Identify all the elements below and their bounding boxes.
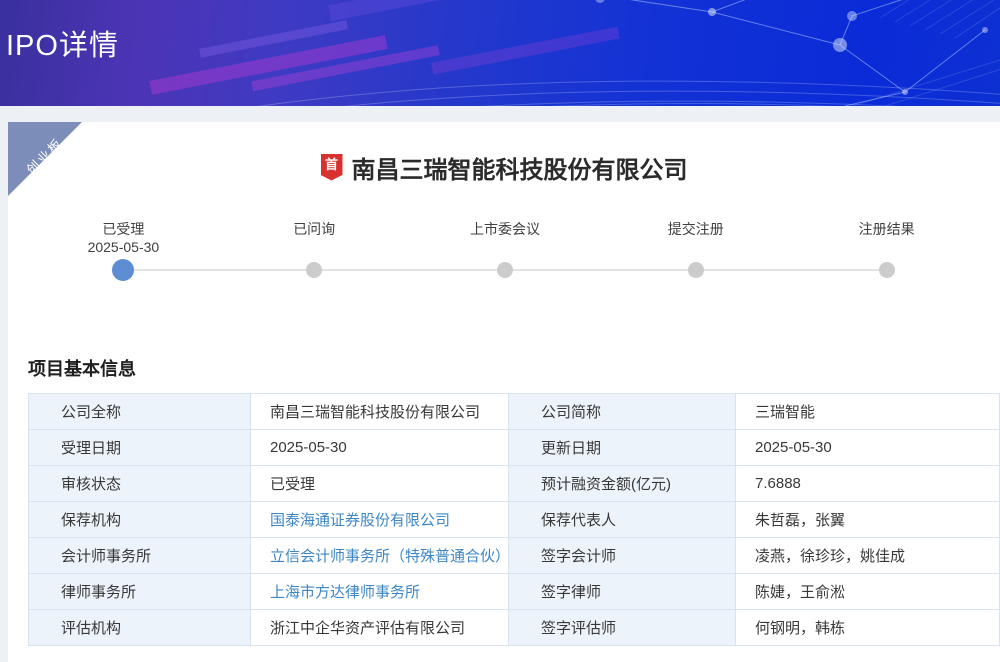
field-label: 预计融资金额(亿元) bbox=[509, 466, 736, 502]
field-value: 何钢明，韩栋 bbox=[736, 610, 1000, 646]
field-value: 立信会计师事务所（特殊普通合伙） bbox=[251, 538, 509, 574]
first-issue-badge-icon: 首 bbox=[321, 154, 343, 181]
field-value: 已受理 bbox=[251, 466, 509, 502]
table-row: 公司全称 南昌三瑞智能科技股份有限公司 公司简称 三瑞智能 bbox=[29, 394, 1000, 430]
content-card: 创业板 首 南昌三瑞智能科技股份有限公司 已受理 2025-05-30 已问询 … bbox=[8, 122, 1000, 662]
field-label: 审核状态 bbox=[29, 466, 251, 502]
page-title: IPO详情 bbox=[6, 22, 119, 64]
table-row: 律师事务所 上海市方达律师事务所 签字律师 陈婕，王俞淞 bbox=[29, 574, 1000, 610]
accounting-firm-link[interactable]: 立信会计师事务所（特殊普通合伙） bbox=[270, 548, 509, 565]
field-value: 陈婕，王俞淞 bbox=[736, 574, 1000, 610]
field-label: 签字评估师 bbox=[509, 610, 736, 646]
field-value: 2025-05-30 bbox=[736, 430, 1000, 466]
company-title-row: 首 南昌三瑞智能科技股份有限公司 bbox=[8, 152, 1000, 182]
field-value: 浙江中企华资产评估有限公司 bbox=[251, 610, 509, 646]
law-firm-link[interactable]: 上海市方达律师事务所 bbox=[270, 584, 420, 601]
field-label: 会计师事务所 bbox=[29, 538, 251, 574]
ipo-progress-stepper: 已受理 2025-05-30 已问询 上市委会议 提交注册 注册结果 bbox=[28, 220, 982, 282]
field-value: 7.6888 bbox=[736, 466, 1000, 502]
step-dot bbox=[879, 262, 895, 278]
step-registration-result: 注册结果 bbox=[791, 220, 982, 282]
table-row: 会计师事务所 立信会计师事务所（特殊普通合伙） 签字会计师 凌燕，徐珍珍，姚佳成 bbox=[29, 538, 1000, 574]
field-label: 律师事务所 bbox=[29, 574, 251, 610]
sponsor-link[interactable]: 国泰海通证券股份有限公司 bbox=[270, 512, 450, 529]
table-row: 保荐机构 国泰海通证券股份有限公司 保荐代表人 朱哲磊，张翼 bbox=[29, 502, 1000, 538]
table-row: 评估机构 浙江中企华资产评估有限公司 签字评估师 何钢明，韩栋 bbox=[29, 610, 1000, 646]
field-label: 公司简称 bbox=[509, 394, 736, 430]
company-name: 南昌三瑞智能科技股份有限公司 bbox=[352, 150, 688, 185]
field-label: 公司全称 bbox=[29, 394, 251, 430]
step-dot bbox=[497, 262, 513, 278]
section-title-basic-info: 项目基本信息 bbox=[28, 355, 1000, 381]
field-label: 受理日期 bbox=[29, 430, 251, 466]
field-label: 保荐代表人 bbox=[509, 502, 736, 538]
page-banner: IPO详情 bbox=[0, 0, 1000, 106]
field-value: 三瑞智能 bbox=[736, 394, 1000, 430]
step-committee-meeting: 上市委会议 bbox=[410, 220, 601, 282]
step-submit-registration: 提交注册 bbox=[600, 220, 791, 282]
step-dot bbox=[688, 262, 704, 278]
field-label: 签字会计师 bbox=[509, 538, 736, 574]
step-inquired: 已问询 bbox=[219, 220, 410, 282]
step-dot-active bbox=[112, 259, 134, 281]
project-basic-info-table: 公司全称 南昌三瑞智能科技股份有限公司 公司简称 三瑞智能 受理日期 2025-… bbox=[28, 393, 1000, 646]
field-value: 上海市方达律师事务所 bbox=[251, 574, 509, 610]
field-value: 国泰海通证券股份有限公司 bbox=[251, 502, 509, 538]
step-accepted: 已受理 2025-05-30 bbox=[28, 220, 219, 282]
field-value: 凌燕，徐珍珍，姚佳成 bbox=[736, 538, 1000, 574]
field-value: 朱哲磊，张翼 bbox=[736, 502, 1000, 538]
banner-decoration bbox=[0, 0, 1000, 106]
field-label: 评估机构 bbox=[29, 610, 251, 646]
field-label: 签字律师 bbox=[509, 574, 736, 610]
step-dot bbox=[306, 262, 322, 278]
field-value: 南昌三瑞智能科技股份有限公司 bbox=[251, 394, 509, 430]
field-label: 保荐机构 bbox=[29, 502, 251, 538]
field-label: 更新日期 bbox=[509, 430, 736, 466]
field-value: 2025-05-30 bbox=[251, 430, 509, 466]
table-row: 审核状态 已受理 预计融资金额(亿元) 7.6888 bbox=[29, 466, 1000, 502]
table-row: 受理日期 2025-05-30 更新日期 2025-05-30 bbox=[29, 430, 1000, 466]
